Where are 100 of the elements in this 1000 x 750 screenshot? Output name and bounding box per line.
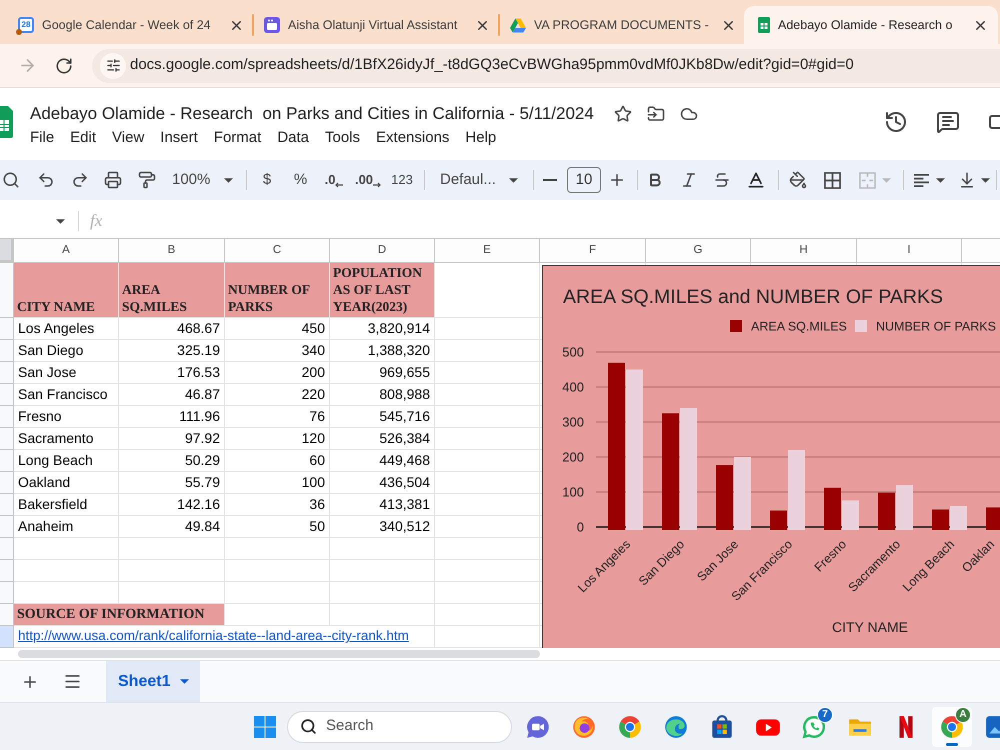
table-cell: 325.19 [119,340,225,362]
caret-icon [936,178,945,182]
browser-tab[interactable]: Aisha Olatunji Virtual Assistant [254,6,498,44]
column-header[interactable]: I [857,239,962,263]
table-cell: 545,716 [330,406,435,428]
column-header[interactable]: C [225,239,330,263]
history-icon [884,110,908,134]
column-heading: AREA SQ.MILES [119,263,225,318]
table-cell: San Diego [14,340,119,362]
caret-icon [180,679,189,684]
menu-item[interactable]: Extensions [376,128,450,148]
table-cell: 46.87 [119,384,225,406]
comment-icon [936,110,960,134]
menu-item[interactable]: View [112,128,144,148]
table-cell: 55.79 [119,472,225,494]
currency-button[interactable]: $ [250,164,284,196]
cloud-icon [680,105,698,123]
calendar-date: 28 [22,21,30,29]
caret-icon [980,178,990,182]
table-cell: 50.29 [119,450,225,472]
taskbar-app-button[interactable]: 7 [794,706,834,746]
app-window-icon [264,17,280,33]
history-button[interactable] [884,110,908,134]
table-cell: 76 [225,406,330,428]
column-header[interactable]: F [540,239,646,263]
text-color-icon [746,170,766,190]
axis-tick-label: 500 [562,344,584,360]
table-cell: San Jose [14,362,119,384]
axis-tick-label: 400 [562,380,584,394]
browser-tab[interactable]: Adebayo Olamide - Research o [744,6,998,44]
column-header[interactable]: A [14,239,119,263]
search-field[interactable]: Search [287,710,512,742]
zoom-dropdown[interactable]: 100% [163,164,240,196]
table-cell: Bakersfield [14,494,119,516]
align-left-icon [913,172,930,188]
link[interactable]: http://www.usa.com/rank/california-state--land-area--city-rank.htm [18,626,409,647]
table-cell: San Francisco [14,384,119,406]
table-cell: 97.92 [119,428,225,450]
column-header[interactable]: H [751,239,857,263]
menu-item[interactable]: Insert [160,128,198,148]
menu-item[interactable]: Data [277,128,309,148]
table-cell: 526,384 [330,428,435,450]
table-cell: 111.96 [119,406,225,428]
font-dropdown[interactable]: Defaul... [430,164,525,196]
column-header[interactable]: D [330,239,435,263]
menu-item[interactable]: Format [214,128,262,148]
triangle-logo-icon [510,18,526,32]
address-bar[interactable]: docs.google.com/spreadsheets/d/1BfX26idyJf_-t8dGQ3eCvBWGha95pmm0vdMf0JKb8Dw/edit?gid=0#gid=0 [92,48,1000,82]
table-cell: 436,504 [330,472,435,494]
document-title[interactable]: Adebayo Olamide - Research on Parks and Cities in California - 5/11/2024 [30,102,594,126]
start-grid-icon [254,716,276,738]
folder-icon [646,105,665,123]
table-cell: Long Beach [14,450,119,472]
bar [878,492,895,530]
search-icon [300,718,317,735]
table-cell: 50 [225,516,330,538]
undo-icon [37,171,55,189]
axis-tick-label: 300 [562,414,584,430]
column-heading: CITY NAME [14,263,119,318]
browser-tab[interactable]: 28 Google Calendar - Week of 24 [8,6,252,44]
site-info-button[interactable] [100,52,126,78]
legend-label: NUMBER OF PARKS [876,320,996,334]
increase-decimal-button[interactable]: .00 [351,164,385,196]
legend-label: AREA SQ.MILES [751,320,847,334]
number-format-button[interactable]: 123 [385,164,419,196]
table-cell: 1,388,320 [330,340,435,362]
bar [986,507,1000,530]
table-cell: 340,512 [330,516,435,538]
column-header[interactable]: E [435,239,540,263]
browser-tab[interactable]: VA PROGRAM DOCUMENTS - [500,6,744,44]
comments-button[interactable] [936,110,960,134]
table-cell: 142.16 [119,494,225,516]
percent-button[interactable]: % [284,164,317,196]
column-header[interactable]: B [119,239,225,263]
borders-icon [824,172,841,188]
column-header[interactable]: G [646,239,751,263]
bar [896,485,913,530]
table-cell: 413,381 [330,494,435,516]
bar [932,510,949,530]
axis-tick-label: 200 [562,450,584,464]
caret-icon [224,178,233,182]
plus-icon [608,171,626,189]
menu-item[interactable]: File [30,128,54,148]
decrease-decimal-button[interactable]: .0 [317,164,351,196]
font-size-field[interactable]: 10 [567,167,601,193]
bar [842,500,859,530]
printer-icon [104,171,122,189]
formula-label: fx [90,210,102,232]
table-cell: SOURCE OF INFORMATION [14,604,225,626]
bold-icon [647,172,663,188]
column-heading: NUMBER OF PARKS [225,263,330,318]
horizontal-scrollbar[interactable] [18,650,540,658]
table-cell: 36 [225,494,330,516]
axis-title: CITY NAME [832,619,908,635]
menu-item[interactable]: Tools [325,128,360,148]
menu-item[interactable]: Help [465,128,496,148]
paint-roller-icon [138,171,156,189]
taskbar-app-button[interactable]: A [932,706,972,746]
menu-item[interactable]: Edit [70,128,96,148]
sheet-tab[interactable]: Sheet1 [106,661,200,702]
